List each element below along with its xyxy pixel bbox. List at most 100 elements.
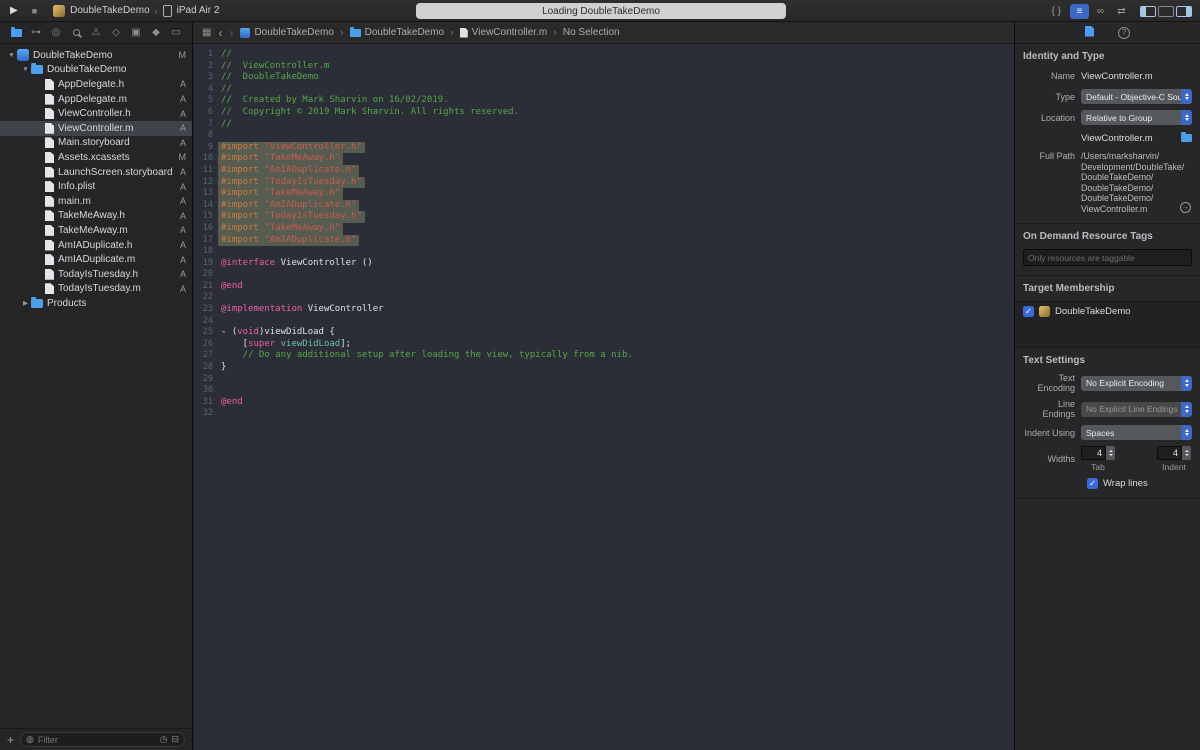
run-button[interactable]: ▶ [10, 5, 18, 16]
code-line-30[interactable]: 30 [194, 385, 1014, 397]
version-editor-button[interactable]: ⇄ [1112, 4, 1131, 19]
breadcrumb-item[interactable]: DoubleTakeDemo [350, 27, 445, 38]
breadcrumb-item[interactable]: ViewController.m [460, 27, 547, 38]
code-line-17[interactable]: 17#import "AmIADuplicate.h" [194, 235, 1014, 247]
choose-location-folder-icon[interactable] [1181, 134, 1192, 142]
code-line-28[interactable]: 28} [194, 362, 1014, 374]
indent-width-stepper[interactable]: 4 [1157, 446, 1191, 460]
indent-using-dropdown[interactable]: Spaces [1081, 425, 1192, 440]
line-content: #import "AmIADuplicate.h" [218, 165, 359, 177]
code-line-4[interactable]: 4// [194, 84, 1014, 96]
breadcrumb-item[interactable]: DoubleTakeDemo [240, 27, 334, 38]
file-inspector-tab[interactable] [1085, 26, 1094, 40]
related-items-icon[interactable]: ▦ [202, 27, 211, 38]
location-dropdown[interactable]: Relative to Group [1081, 110, 1192, 125]
code-line-18[interactable]: 18 [194, 246, 1014, 258]
resource-tags-input[interactable] [1023, 249, 1192, 266]
target-row[interactable]: DoubleTakeDemo [1023, 306, 1192, 317]
file-row-amiaduplicate-h[interactable]: AmIADuplicate.hA [0, 238, 192, 253]
code-line-22[interactable]: 22 [194, 292, 1014, 304]
code-line-7[interactable]: 7// [194, 119, 1014, 131]
scheme-selector[interactable]: DoubleTakeDemo › iPad Air 2 [53, 5, 219, 17]
code-line-21[interactable]: 21@end [194, 281, 1014, 293]
stepper-arrows-icon[interactable] [1182, 446, 1191, 460]
toggle-inspector-button[interactable] [1176, 6, 1192, 17]
file-row-doubletakedemo[interactable]: ▼DoubleTakeDemo [0, 63, 192, 78]
code-area[interactable]: 1//2// ViewController.m3// DoubleTakeDem… [194, 45, 1014, 750]
file-type-dropdown[interactable]: Default - Objective-C Sou… [1081, 89, 1192, 104]
code-line-14[interactable]: 14#import "AmIADuplicate.h" [194, 200, 1014, 212]
code-line-20[interactable]: 20 [194, 269, 1014, 281]
scm-status-filter-icon[interactable]: ⊟ [171, 735, 179, 744]
code-braces-icon[interactable]: { } [1052, 6, 1061, 17]
code-line-11[interactable]: 11#import "AmIADuplicate.h" [194, 165, 1014, 177]
stepper-arrows-icon[interactable] [1106, 446, 1115, 460]
file-row-doubletakedemo[interactable]: ▼DoubleTakeDemoM [0, 48, 192, 63]
code-line-6[interactable]: 6// Copyright © 2019 Mark Sharvin. All r… [194, 107, 1014, 119]
file-row-takemeaway-h[interactable]: TakeMeAway.hA [0, 209, 192, 224]
file-name-field[interactable]: ViewController.m [1081, 71, 1192, 82]
wrap-lines-checkbox[interactable] [1087, 478, 1098, 489]
code-line-25[interactable]: 25- (void)viewDidLoad { [194, 327, 1014, 339]
reveal-in-finder-arrow-icon[interactable]: → [1180, 202, 1191, 213]
disclosure-triangle-icon[interactable]: ▶ [20, 299, 31, 307]
go-back-button[interactable]: ‹ [218, 27, 222, 39]
code-line-24[interactable]: 24 [194, 316, 1014, 328]
quick-help-tab[interactable]: ? [1118, 27, 1130, 39]
code-line-5[interactable]: 5// Created by Mark Sharvin on 16/02/201… [194, 95, 1014, 107]
project-navigator-tab[interactable] [9, 29, 23, 37]
breadcrumb-separator: › [340, 27, 344, 39]
code-line-1[interactable]: 1// [194, 49, 1014, 61]
file-row-main-m[interactable]: main.mA [0, 194, 192, 209]
disclosure-triangle-icon[interactable]: ▼ [6, 52, 17, 59]
code-line-23[interactable]: 23@implementation ViewController [194, 304, 1014, 316]
code-line-16[interactable]: 16#import "TakeMeAway.h" [194, 223, 1014, 235]
code-line-31[interactable]: 31@end [194, 397, 1014, 409]
recent-files-clock-icon[interactable]: ◷ [160, 735, 168, 744]
stop-button[interactable]: ■ [32, 6, 37, 16]
file-row-takemeaway-m[interactable]: TakeMeAway.mA [0, 223, 192, 238]
file-row-todayistuesday-h[interactable]: TodayIsTuesday.hA [0, 267, 192, 282]
code-line-26[interactable]: 26 [super viewDidLoad]; [194, 339, 1014, 351]
code-line-15[interactable]: 15#import "TodayIsTuesday.h" [194, 211, 1014, 223]
file-row-todayistuesday-m[interactable]: TodayIsTuesday.mA [0, 282, 192, 297]
tab-width-stepper[interactable]: 4 [1081, 446, 1115, 460]
go-forward-button[interactable]: › [229, 27, 233, 39]
code-line-27[interactable]: 27 // Do any additional setup after load… [194, 350, 1014, 362]
find-navigator-tab[interactable] [69, 29, 83, 36]
file-row-assets-xcassets[interactable]: Assets.xcassetsM [0, 150, 192, 165]
line-number: 1 [194, 49, 221, 61]
filter-field[interactable]: ◍ ◷ ⊟ [20, 732, 185, 747]
code-line-3[interactable]: 3// DoubleTakeDemo [194, 72, 1014, 84]
file-row-launchscreen-storyboard[interactable]: LaunchScreen.storyboardA [0, 165, 192, 180]
doc-icon [460, 28, 468, 38]
target-checkbox[interactable] [1023, 306, 1034, 317]
file-row-amiaduplicate-m[interactable]: AmIADuplicate.mA [0, 252, 192, 267]
code-line-8[interactable]: 8 [194, 130, 1014, 142]
file-row-viewcontroller-h[interactable]: ViewController.hA [0, 106, 192, 121]
toggle-debug-area-button[interactable] [1158, 6, 1174, 17]
standard-editor-button[interactable]: ≡ [1070, 4, 1089, 19]
disclosure-triangle-icon[interactable]: ▼ [20, 66, 31, 73]
code-line-9[interactable]: 9#import "ViewController.h" [194, 142, 1014, 154]
file-row-info-plist[interactable]: Info.plistA [0, 179, 192, 194]
toggle-navigator-button[interactable] [1140, 6, 1156, 17]
line-endings-dropdown[interactable]: No Explicit Line Endings [1081, 402, 1192, 417]
code-line-12[interactable]: 12#import "TodayIsTuesday.h" [194, 177, 1014, 189]
file-row-appdelegate-m[interactable]: AppDelegate.mA [0, 92, 192, 107]
code-line-32[interactable]: 32 [194, 408, 1014, 420]
text-encoding-dropdown[interactable]: No Explicit Encoding [1081, 376, 1192, 391]
code-line-13[interactable]: 13#import "TakeMeAway.h" [194, 188, 1014, 200]
filter-input[interactable] [38, 735, 156, 745]
file-row-products[interactable]: ▶Products [0, 296, 192, 311]
file-row-appdelegate-h[interactable]: AppDelegate.hA [0, 77, 192, 92]
code-line-2[interactable]: 2// ViewController.m [194, 61, 1014, 73]
add-file-button[interactable]: + [7, 734, 14, 746]
file-row-main-storyboard[interactable]: Main.storyboardA [0, 136, 192, 151]
breadcrumb-item[interactable]: No Selection [563, 27, 620, 38]
assistant-editor-button[interactable]: ∞ [1091, 4, 1110, 19]
code-line-29[interactable]: 29 [194, 374, 1014, 386]
file-row-viewcontroller-m[interactable]: ViewController.mA [0, 121, 192, 136]
code-line-10[interactable]: 10#import "TakeMeAway.h" [194, 153, 1014, 165]
code-line-19[interactable]: 19@interface ViewController () [194, 258, 1014, 270]
